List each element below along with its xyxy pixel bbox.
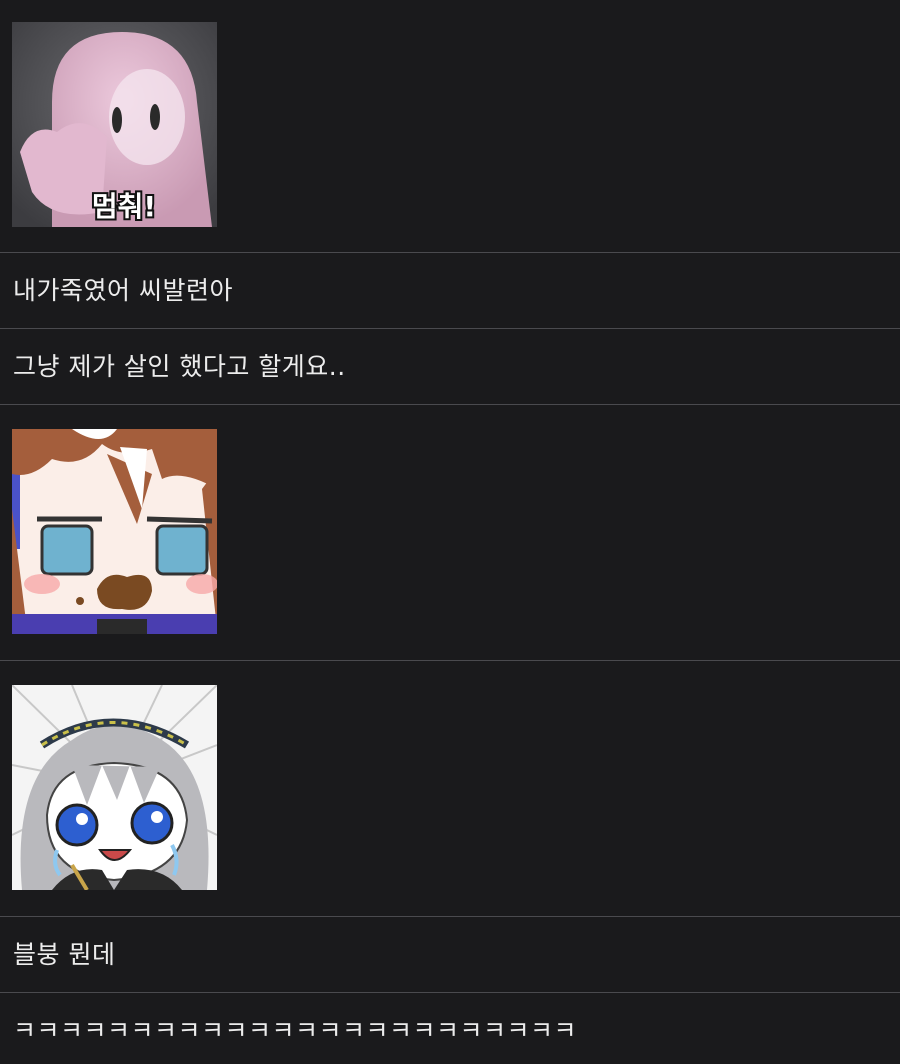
comment-divider	[0, 252, 900, 253]
comment-text: 내가죽였어 씨발련아	[13, 276, 233, 305]
sticker-caption: 멈춰!	[92, 190, 156, 223]
anime-girl-crying-illustration	[12, 685, 217, 890]
comment-feed: 멈춰! 내가죽였어 씨발련아 그냥 제가 살인 했다고 할게요.. 블붕 뭔데 …	[0, 0, 900, 1064]
comment-divider	[0, 404, 900, 405]
pink-ghost-illustration: 멈춰!	[12, 22, 217, 227]
anime-girl-eating-illustration	[12, 429, 217, 634]
comment-divider	[0, 992, 900, 993]
anime-girl-crying-sticker[interactable]	[12, 685, 217, 890]
comment-divider	[0, 328, 900, 329]
comment-divider	[0, 660, 900, 661]
comment-text: 그냥 제가 살인 했다고 할게요..	[13, 352, 346, 381]
comment-text: ㅋㅋㅋㅋㅋㅋㅋㅋㅋㅋㅋㅋㅋㅋㅋㅋㅋㅋㅋㅋㅋㅋㅋㅋ	[13, 1016, 578, 1045]
anime-girl-eating-sticker[interactable]	[12, 429, 217, 634]
pink-ghost-stop-sticker[interactable]: 멈춰!	[12, 22, 217, 227]
comment-divider	[0, 916, 900, 917]
comment-text: 블붕 뭔데	[13, 940, 116, 969]
